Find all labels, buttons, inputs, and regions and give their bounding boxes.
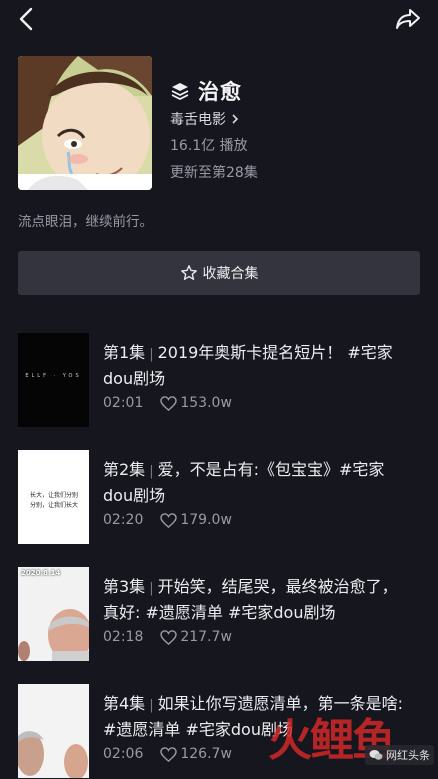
- episode-title-text: 开始笑，结尾哭，最终被治愈了，真好: #遗愿清单 #宅家dou剧场: [103, 577, 398, 622]
- layers-icon: [171, 83, 189, 101]
- play-count: 16.1亿 播放: [170, 138, 248, 154]
- episode-number: 第1集: [103, 343, 146, 362]
- collection-cover-image: [18, 56, 152, 190]
- share-icon[interactable]: [394, 6, 422, 32]
- episode-duration: 02:18: [103, 629, 144, 645]
- episode-meta: 02:20 179.0w: [103, 512, 232, 528]
- watermark: 火鲤鱼 网红头条: [268, 704, 438, 779]
- wechat-icon: [369, 750, 383, 760]
- episode-likes: 126.7w: [180, 746, 232, 762]
- collect-button[interactable]: 收藏合集: [18, 251, 420, 295]
- episode-number: 第3集: [103, 577, 146, 596]
- episode-thumbnail: 长大，让我们分别 分别，让我们长大: [18, 450, 89, 544]
- top-bar: [0, 0, 438, 40]
- collect-button-label: 收藏合集: [202, 266, 259, 282]
- episode-duration: 02:20: [103, 512, 144, 528]
- heart-icon: [160, 746, 178, 762]
- heart-icon: [160, 512, 178, 528]
- episode-likes: 153.0w: [180, 395, 232, 411]
- thumbnail-caption-line-1: 长大，让我们分别: [29, 492, 78, 499]
- author-link[interactable]: 毒舌电影: [170, 109, 241, 129]
- episode-item[interactable]: ELLF · YOS 第1集 | 2019年奥斯卡提名短片！ #宅家dou剧场 02…: [18, 333, 420, 427]
- episode-likes: 217.7w: [180, 629, 232, 645]
- episode-title: 第3集 | 开始笑，结尾哭，最终被治愈了，真好: #遗愿清单 #宅家dou剧场: [103, 577, 398, 622]
- episode-number: 第2集: [103, 460, 146, 479]
- thumbnail-caption: 2020.8.14: [21, 569, 61, 577]
- thumbnail-caption: ELLF · YOS: [25, 373, 82, 379]
- episode-title: 第1集 | 2019年奥斯卡提名短片！ #宅家dou剧场: [103, 343, 393, 388]
- watermark-label: 网红头条: [386, 749, 430, 762]
- collection-title-row: 治愈: [170, 76, 242, 106]
- episode-item[interactable]: 长大，让我们分别 分别，让我们长大 第2集 | 爱，不是占有:《包宝宝》#宅家dou…: [18, 450, 420, 544]
- author-name: 毒舌电影: [170, 112, 226, 128]
- episode-item[interactable]: 2020.8.14 第3集 | 开始笑，结尾哭，最终被治愈了，真好: #遗愿清单 #…: [18, 567, 420, 661]
- episode-title: 第2集 | 爱，不是占有:《包宝宝》#宅家dou剧场: [103, 460, 385, 505]
- episode-thumbnail: [18, 684, 89, 778]
- watermark-label-chip: 网红头条: [365, 745, 434, 765]
- episode-duration: 02:01: [103, 395, 144, 411]
- heart-icon: [160, 395, 178, 411]
- episode-thumbnail: ELLF · YOS: [18, 333, 89, 427]
- episode-thumbnail: 2020.8.14: [18, 567, 89, 661]
- episode-meta: 02:01 153.0w: [103, 395, 232, 411]
- collection-description: 流点眼泪，继续前行。: [18, 214, 153, 230]
- chevron-right-icon: [232, 114, 239, 124]
- episode-number: 第4集: [103, 694, 146, 713]
- episode-title-text: 2019年奥斯卡提名短片！ #宅家dou剧场: [103, 343, 393, 388]
- star-icon: [180, 265, 197, 280]
- collection-title: 治愈: [198, 80, 242, 104]
- episode-duration: 02:06: [103, 746, 144, 762]
- back-icon[interactable]: [14, 6, 40, 32]
- episode-title-text: 爱，不是占有:《包宝宝》#宅家dou剧场: [103, 460, 385, 505]
- episode-meta: 02:18 217.7w: [103, 629, 232, 645]
- episode-meta: 02:06 126.7w: [103, 746, 232, 762]
- heart-icon: [160, 629, 178, 645]
- thumbnail-caption-line-2: 分别，让我们长大: [29, 502, 78, 509]
- episode-likes: 179.0w: [180, 512, 232, 528]
- update-status: 更新至第28集: [170, 165, 258, 181]
